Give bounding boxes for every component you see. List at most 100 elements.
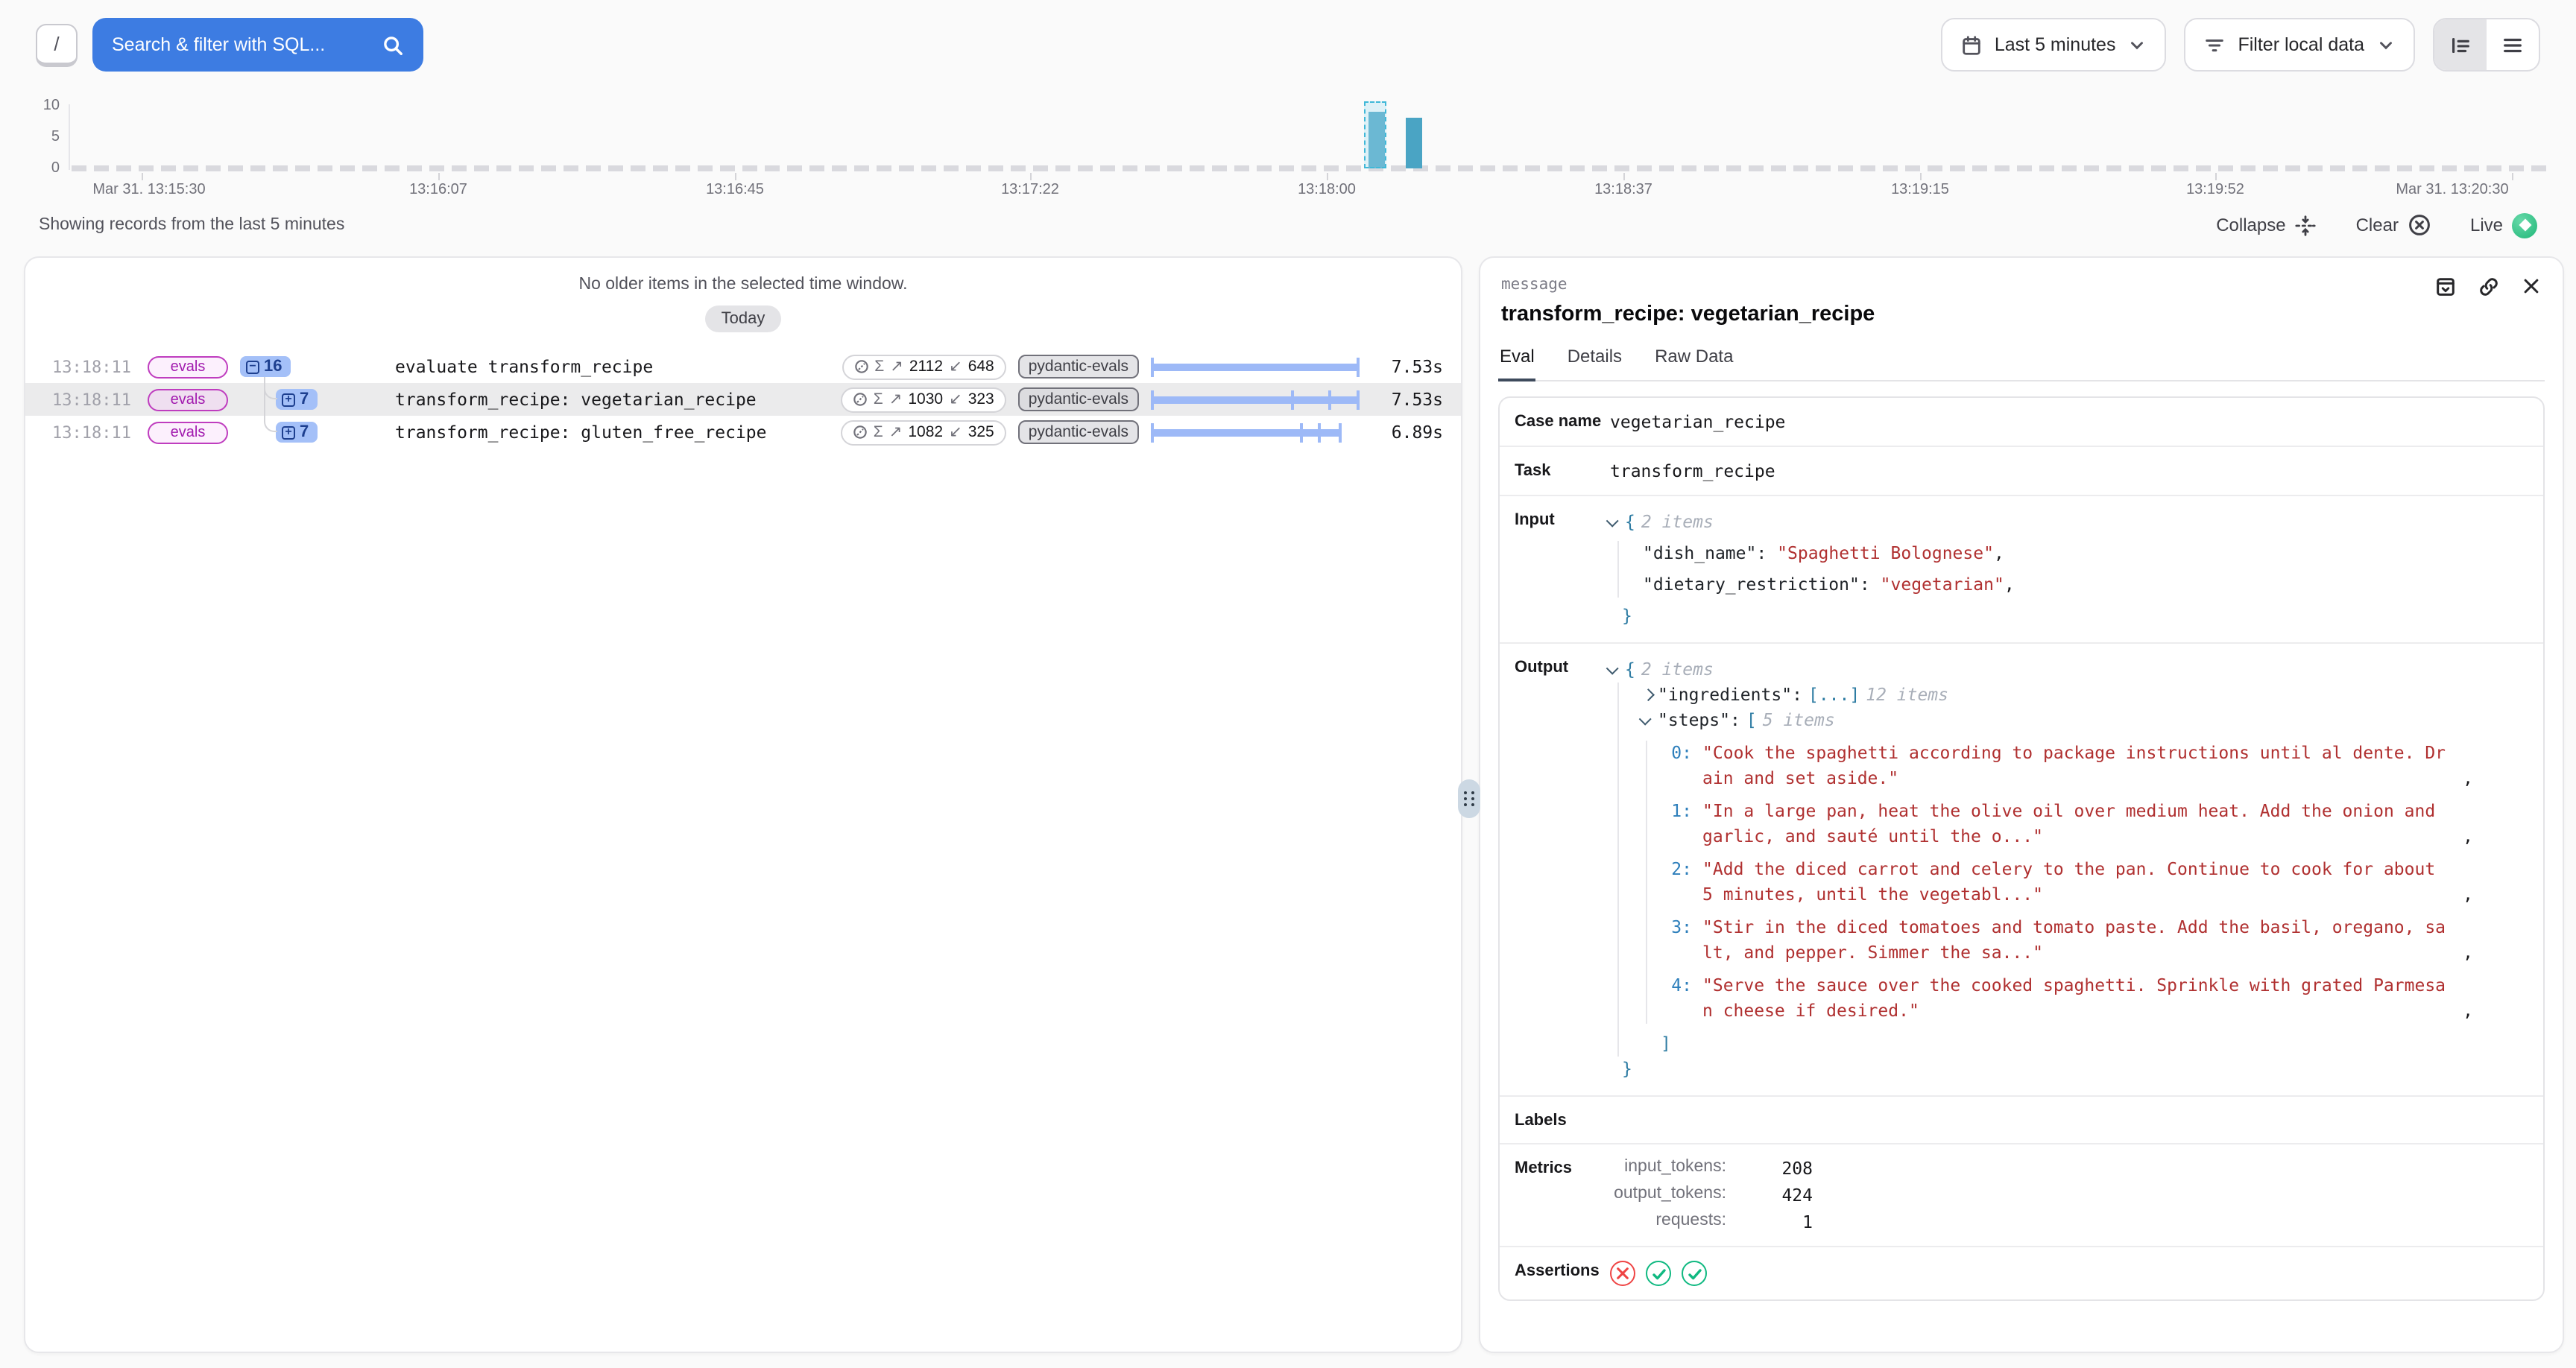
trace-row-vegetarian[interactable]: 13:18:11 evals + 7 transform_recipe: veg…	[25, 383, 1461, 416]
x-tick	[1623, 173, 1625, 180]
x-tick	[2512, 173, 2513, 180]
output-row: Output { 2 items ingredients: [...]	[1500, 642, 2543, 1095]
time-range-dropdown[interactable]: Last 5 minutes	[1941, 18, 2167, 72]
close-icon[interactable]	[2521, 276, 2542, 298]
expand-count-badge[interactable]: + 7	[276, 422, 318, 443]
clear-button[interactable]: Clear	[2356, 213, 2431, 237]
x-label: 13:19:15	[1891, 182, 1949, 198]
comma: ,	[2463, 940, 2473, 966]
expand-chevron-icon[interactable]	[1642, 688, 1655, 701]
colon: :	[1730, 709, 1740, 730]
records-timeline-chart[interactable]: 10 5 0 Mar 31. 13:15:30 13:16:07 13:16:4…	[0, 89, 2576, 203]
metric-key: requests:	[1589, 1212, 1726, 1232]
step-text: In a large pan, heat the olive oil over …	[1702, 799, 2455, 849]
tokens-up-arrow-icon: ↗	[889, 423, 903, 441]
tab-raw-data[interactable]: Raw Data	[1653, 341, 1734, 380]
tree-cell: − 16	[240, 356, 383, 377]
filter-lines-icon	[2203, 34, 2226, 56]
metrics-row: Metrics input_tokens: 208 output_tokens:…	[1500, 1143, 2543, 1246]
flat-list-view-toggle[interactable]	[2487, 19, 2539, 70]
service-badge: evals	[148, 388, 228, 411]
y-axis-line	[69, 104, 70, 170]
duration-text: 6.89s	[1371, 422, 1443, 443]
tree-view-toggle[interactable]	[2434, 19, 2487, 70]
close-bracket: ]	[1661, 1033, 1671, 1054]
duration-bar	[1151, 390, 1360, 409]
output-label: Output	[1515, 657, 1610, 1082]
step-item: 3: Stir in the diced tomatoes and tomato…	[1671, 915, 2479, 966]
close-brace: }	[1622, 605, 1632, 626]
assertion-pass-icon[interactable]	[1682, 1261, 1707, 1286]
slash-shortcut-key: /	[36, 23, 78, 66]
tab-eval[interactable]: Eval	[1498, 341, 1536, 381]
task-value: transform_recipe	[1610, 460, 1775, 481]
collapse-count-badge[interactable]: − 16	[240, 356, 291, 377]
row-timestamp: 13:18:11	[52, 357, 136, 376]
tokens-down-arrow-icon: ↙	[949, 423, 962, 441]
x-tick	[438, 173, 440, 180]
row-timestamp: 13:18:11	[52, 390, 136, 409]
view-toggle	[2433, 18, 2540, 72]
child-count: 7	[300, 390, 309, 408]
open-brace: {	[1625, 657, 1635, 683]
assertion-pass-icon[interactable]	[1646, 1261, 1671, 1286]
y-tick-0: 0	[15, 160, 60, 177]
collapsed-array[interactable]: [...]	[1808, 683, 1860, 708]
comma: ,	[2004, 574, 2015, 595]
filter-local-data-dropdown[interactable]: Filter local data	[2184, 18, 2415, 72]
json-string-value: Spaghetti Bolognese	[1777, 542, 1994, 563]
y-tick-10: 10	[15, 98, 60, 114]
step-text: Stir in the diced tomatoes and tomato pa…	[1702, 915, 2455, 966]
search-icon	[382, 34, 404, 56]
package-tag: pydantic-evals	[1018, 420, 1139, 444]
timeline-bar-2[interactable]	[1406, 118, 1422, 168]
metric-key: input_tokens:	[1589, 1158, 1726, 1179]
top-bar-right: Last 5 minutes Filter local data	[1941, 18, 2540, 72]
clear-circle-x-icon	[2408, 213, 2431, 237]
trace-row-gluten-free[interactable]: 13:18:11 evals + 7 transform_recipe: glu…	[25, 416, 1461, 449]
row-timestamp: 13:18:11	[52, 422, 136, 442]
comma: ,	[2463, 824, 2473, 849]
array-index: 4:	[1671, 973, 1692, 1024]
colon: :	[1756, 542, 1767, 563]
chevron-down-icon	[2127, 35, 2147, 54]
comma: ,	[2463, 998, 2473, 1024]
live-label: Live	[2470, 215, 2503, 235]
metric-value: 208	[1726, 1158, 1813, 1179]
expand-count-badge[interactable]: + 7	[276, 389, 318, 410]
panel-resize-handle[interactable]	[1458, 779, 1480, 818]
collapse-chevron-icon[interactable]	[1639, 713, 1652, 726]
x-label: 13:18:00	[1298, 182, 1356, 198]
json-string-value: vegetarian	[1881, 574, 2004, 595]
copy-link-icon[interactable]	[2478, 276, 2500, 298]
span-name: transform_recipe: gluten_free_recipe	[395, 422, 829, 443]
metric-item: output_tokens: 424	[1589, 1185, 1813, 1206]
live-toggle[interactable]: Live	[2470, 212, 2537, 238]
tab-details[interactable]: Details	[1566, 341, 1623, 380]
filter-label: Filter local data	[2238, 34, 2364, 55]
x-label: Mar 31. 13:20:30	[2396, 182, 2508, 198]
items-note: 12 items	[1866, 683, 1948, 708]
save-view-icon[interactable]	[2434, 276, 2457, 298]
json-key: dietary_restriction	[1643, 574, 1860, 595]
x-tick	[1920, 173, 1922, 180]
plus-square-icon: +	[282, 425, 295, 439]
collapse-button[interactable]: Collapse	[2216, 214, 2317, 236]
assertion-fail-icon[interactable]	[1610, 1261, 1635, 1286]
trace-row-evaluate[interactable]: 13:18:11 evals − 16 evaluate transform_r…	[25, 350, 1461, 383]
drag-dots-icon	[1464, 791, 1474, 807]
x-tick	[1327, 173, 1328, 180]
tokens-up-value: 1082	[908, 423, 943, 441]
case-name-row: Case name vegetarian_recipe	[1500, 398, 2543, 446]
step-item: 1: In a large pan, heat the olive oil ov…	[1671, 799, 2479, 849]
open-bracket: [	[1746, 708, 1757, 733]
tree-connector	[264, 377, 277, 432]
labels-label: Labels	[1515, 1110, 1610, 1130]
main-split: No older items in the selected time wind…	[24, 256, 2564, 1353]
search-button[interactable]: Search & filter with SQL...	[92, 18, 423, 72]
duration-bar	[1151, 357, 1360, 376]
detail-tabs: Eval Details Raw Data	[1498, 341, 2545, 381]
steps-row: steps: [ 5 items	[1643, 708, 2479, 733]
service-badge: evals	[148, 355, 228, 378]
coin-icon	[853, 392, 868, 407]
